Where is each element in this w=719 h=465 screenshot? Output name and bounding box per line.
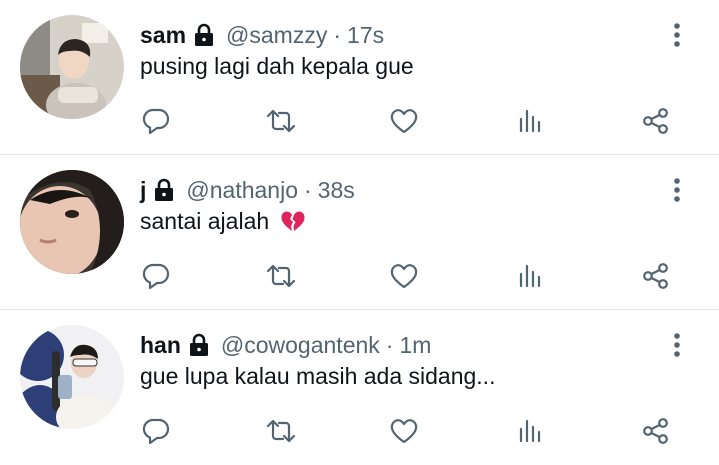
avatar[interactable] bbox=[20, 325, 124, 429]
share-icon[interactable] bbox=[638, 103, 674, 139]
tweet-text: gue lupa kalau masih ada sidang... bbox=[140, 363, 659, 390]
tweet-header: j @nathanjo · 38s bbox=[140, 173, 659, 207]
tweet-text-content: pusing lagi dah kepala gue bbox=[140, 53, 414, 79]
tweet[interactable]: han @cowogantenk · 1m gue lupa kalau mas… bbox=[0, 310, 719, 465]
broken-heart-emoji bbox=[280, 209, 306, 239]
heart-icon[interactable] bbox=[386, 103, 422, 139]
retweet-icon[interactable] bbox=[263, 258, 299, 294]
user-handle[interactable]: @samzzy bbox=[226, 22, 327, 49]
tweet[interactable]: j @nathanjo · 38s santai ajalah bbox=[0, 155, 719, 310]
lock-icon bbox=[187, 333, 211, 357]
more-vertical-icon[interactable] bbox=[665, 330, 689, 360]
tweet-text: pusing lagi dah kepala gue bbox=[140, 53, 659, 80]
views-chart-icon[interactable] bbox=[512, 413, 548, 449]
retweet-icon[interactable] bbox=[263, 103, 299, 139]
retweet-icon[interactable] bbox=[263, 413, 299, 449]
user-handle[interactable]: @cowogantenk bbox=[221, 332, 380, 359]
tweet-header: han @cowogantenk · 1m bbox=[140, 328, 659, 362]
lock-icon bbox=[192, 23, 216, 47]
user-handle[interactable]: @nathanjo bbox=[186, 177, 298, 204]
display-name[interactable]: j bbox=[140, 177, 146, 204]
separator-dot: · bbox=[304, 176, 312, 203]
tweet-feed: sam @samzzy · 17s pusing lagi dah kepala… bbox=[0, 0, 719, 463]
more-vertical-icon[interactable] bbox=[665, 175, 689, 205]
display-name[interactable]: sam bbox=[140, 22, 186, 49]
timestamp[interactable]: 17s bbox=[347, 22, 384, 49]
tweet-header: sam @samzzy · 17s bbox=[140, 18, 659, 52]
reply-icon[interactable] bbox=[138, 258, 174, 294]
timestamp[interactable]: 1m bbox=[399, 332, 431, 359]
action-bar bbox=[140, 258, 684, 294]
separator-dot: · bbox=[333, 21, 342, 48]
lock-icon bbox=[152, 178, 176, 202]
action-bar bbox=[140, 413, 684, 449]
views-chart-icon[interactable] bbox=[512, 103, 548, 139]
share-icon[interactable] bbox=[638, 413, 674, 449]
share-icon[interactable] bbox=[638, 258, 674, 294]
reply-icon[interactable] bbox=[138, 413, 174, 449]
heart-icon[interactable] bbox=[386, 258, 422, 294]
tweet-text-content: gue lupa kalau masih ada sidang... bbox=[140, 363, 496, 389]
display-name[interactable]: han bbox=[140, 332, 181, 359]
heart-icon[interactable] bbox=[386, 413, 422, 449]
tweet-text: santai ajalah bbox=[140, 208, 659, 239]
avatar[interactable] bbox=[20, 170, 124, 274]
views-chart-icon[interactable] bbox=[512, 258, 548, 294]
action-bar bbox=[140, 103, 684, 139]
more-vertical-icon[interactable] bbox=[665, 20, 689, 50]
tweet[interactable]: sam @samzzy · 17s pusing lagi dah kepala… bbox=[0, 0, 719, 155]
separator-dot: · bbox=[385, 331, 394, 358]
timestamp[interactable]: 38s bbox=[318, 177, 355, 204]
reply-icon[interactable] bbox=[138, 103, 174, 139]
tweet-text-content: santai ajalah bbox=[140, 208, 270, 234]
avatar[interactable] bbox=[20, 15, 124, 119]
